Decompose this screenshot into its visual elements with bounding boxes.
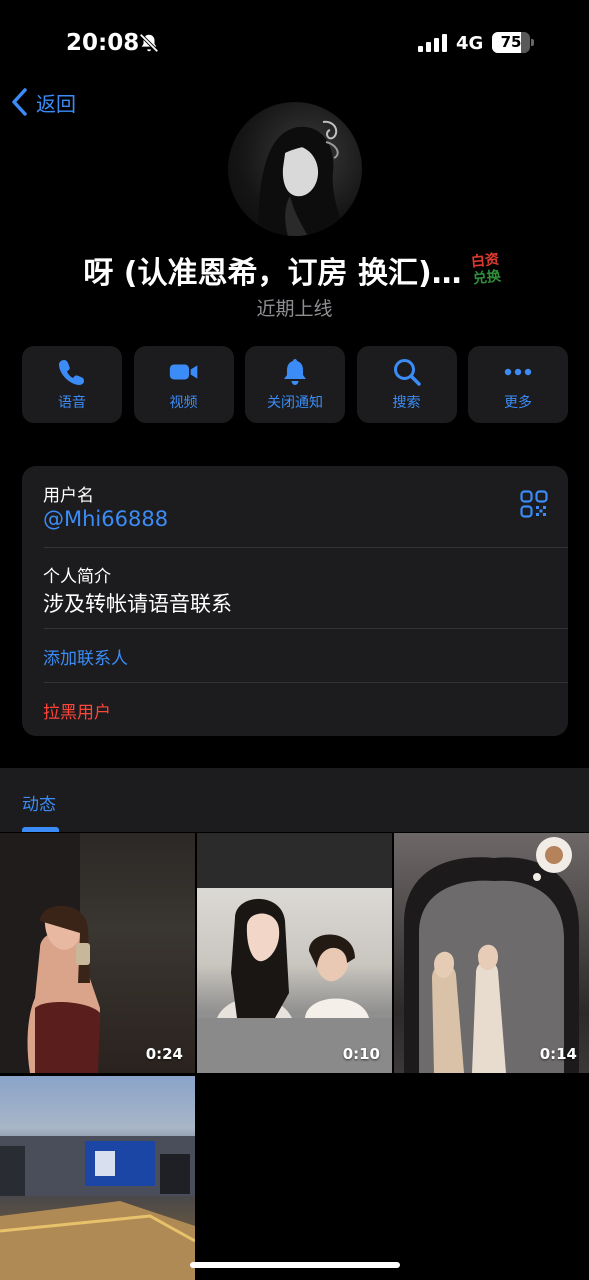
thumbnail-image [404,837,579,1073]
battery-icon: 75 [492,32,534,53]
info-card: 用户名 @Mhi66888 个人简介 涉及转帐请语音联系 添加联系人 拉黑用户 [22,466,568,736]
more-dots-icon [504,368,532,376]
bio-row: 个人简介 涉及转帐请语音联系 [22,548,568,628]
network-label: 4G [456,33,484,54]
mute-button[interactable]: 关闭通知 [245,346,345,423]
more-label: 更多 [504,395,532,411]
more-button[interactable]: 更多 [468,346,568,423]
video-call-button[interactable]: 视频 [133,346,234,423]
add-contact-row[interactable]: 添加联系人 [22,629,568,682]
back-button[interactable]: 返回 [10,86,76,118]
search-button[interactable]: 搜索 [356,346,457,423]
bell-icon [284,359,306,385]
username-value[interactable]: @Mhi66888 [43,507,168,531]
username-label: 用户名 [43,486,94,506]
block-user-row[interactable]: 拉黑用户 [22,683,568,736]
video-camera-icon [169,364,197,380]
battery-body: 75 [492,32,530,53]
tab-posts[interactable]: 动态 [22,790,56,815]
last-seen-status: 近期上线 [256,298,333,320]
phone-icon [59,360,84,385]
media-thumbnail[interactable]: 0:24 [0,833,195,1073]
bio-label: 个人简介 [43,567,111,587]
media-thumbnail[interactable]: 0:10 [197,833,392,1073]
block-user-link[interactable]: 拉黑用户 [43,698,111,723]
voice-call-button[interactable]: 语音 [22,346,122,423]
add-contact-link[interactable]: 添加联系人 [43,644,128,669]
profile-name-text: 呀 (认准恩希，订房 换汇)… [83,256,462,291]
avatar-illustration [258,120,346,236]
bio-value: 涉及转帐请语音联系 [43,592,232,616]
name-badge: 白资 兑换 [464,251,507,289]
chevron-left-icon [12,88,27,116]
home-indicator [190,1262,400,1268]
back-label: 返回 [36,91,76,116]
media-duration: 0:14 [539,1045,577,1063]
avatar[interactable] [228,102,362,236]
thumbnail-image [197,833,392,1073]
search-icon [393,359,421,386]
signal-bars-icon [418,34,447,52]
thumbnail-image [0,1136,195,1280]
media-tab-bar: 动态 [0,768,589,832]
status-bar: 20:08 4G 75 [0,0,589,88]
username-row[interactable]: 用户名 @Mhi66888 [22,466,568,547]
media-duration: 0:10 [342,1045,380,1063]
thumbnail-image [0,833,100,1073]
media-thumbnail[interactable] [0,1076,195,1280]
badge-line-2: 兑换 [471,268,502,288]
media-duration: 0:24 [145,1045,183,1063]
battery-tip [531,39,534,46]
search-label: 搜索 [392,395,421,411]
battery-percent: 75 [500,33,522,51]
video-call-label: 视频 [169,395,198,411]
voice-call-label: 语音 [58,395,86,411]
mute-label: 关闭通知 [267,395,323,411]
action-bar: 语音 视频 关闭通知 搜索 更多 [22,346,568,423]
status-time: 20:08 [66,30,140,56]
bell-slash-icon [139,33,159,53]
tab-indicator [22,827,59,832]
qr-code-icon[interactable] [520,490,548,518]
profile-name: 呀 (认准恩希，订房 换汇)… 白资 兑换 [0,248,589,292]
media-thumbnail[interactable]: 0:14 [394,833,589,1073]
